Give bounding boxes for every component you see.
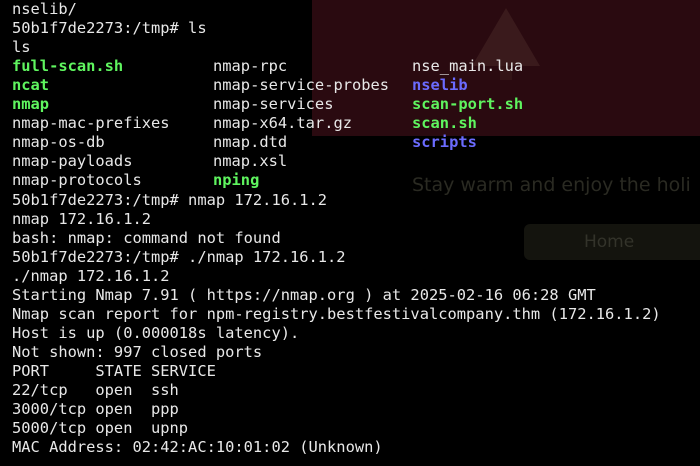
screenshot-root: Stay warm and enjoy the holi Home nselib… [0, 0, 700, 466]
terminal-line: MAC Address: 02:42:AC:10:01:02 (Unknown) [12, 438, 383, 457]
listing-entry-file: nse_main.lua [412, 57, 524, 76]
terminal-line: 50b1f7de2273:/tmp# ./nmap 172.16.1.2 [12, 247, 346, 266]
listing-entry-file: nmap-services [213, 95, 334, 114]
terminal-line: 3000/tcp open ppp [12, 400, 179, 419]
listing-entry-file: nmap.dtd [213, 133, 288, 152]
terminal-line: Starting Nmap 7.91 ( https://nmap.org ) … [12, 285, 596, 304]
listing-entry-file: nmap-payloads [12, 152, 133, 171]
listing-row: nmap-protocols nping [12, 171, 692, 190]
listing-entry-executable: scan.sh [412, 114, 477, 133]
listing-entry-directory: scripts [412, 133, 477, 152]
listing-row: nmap-payloads nmap.xsl [12, 152, 692, 171]
terminal-line: 50b1f7de2273:/tmp# ls [12, 19, 207, 38]
terminal-line: 5000/tcp open upnp [12, 419, 189, 438]
listing-row: nmap-mac-prefixes nmap-x64.tar.gz scan.sh [12, 114, 692, 133]
listing-row: nmap nmap-services scan-port.sh [12, 95, 692, 114]
listing-entry-executable: scan-port.sh [412, 95, 524, 114]
listing-entry-executable: nping [213, 171, 260, 190]
terminal-window[interactable]: nselib/50b1f7de2273:/tmp# ls ls full-scan.… [0, 0, 700, 466]
listing-row: ncat nmap-service-probes nselib [12, 76, 692, 95]
listing-entry-file: nmap-x64.tar.gz [213, 114, 352, 133]
listing-entry-file: nmap-service-probes [213, 76, 390, 95]
listing-row: nmap-os-db nmap.dtd scripts [12, 133, 692, 152]
terminal-line: PORT STATE SERVICE [12, 361, 216, 380]
listing-entry-file: nmap-protocols [12, 171, 142, 190]
terminal-line: 22/tcp open ssh [12, 381, 179, 399]
listing-row: full-scan.sh nmap-rpc nse_main.lua [12, 57, 692, 76]
terminal-line: Nmap scan report for npm-registry.bestfe… [12, 304, 661, 323]
terminal-line: nmap 172.16.1.2 [12, 209, 151, 228]
listing-entry-directory: nselib [412, 76, 468, 95]
listing-entry-executable: nmap [12, 95, 50, 114]
listing-entry-executable: ncat [12, 76, 50, 95]
listing-entry-file: nmap.xsl [213, 152, 288, 171]
listing-entry-file: nmap-rpc [213, 57, 288, 76]
terminal-line: bash: nmap: command not found [12, 228, 281, 247]
terminal-line: ./nmap 172.16.1.2 [12, 266, 170, 285]
terminal-line: nselib/ [12, 0, 77, 18]
listing-entry-executable: full-scan.sh [12, 57, 124, 76]
terminal-line: Host is up (0.000018s latency). [12, 323, 300, 342]
terminal-line: Not shown: 997 closed ports [12, 342, 263, 361]
listing-entry-file: nmap-mac-prefixes [12, 114, 170, 133]
terminal-line: ls [12, 38, 31, 57]
listing-entry-file: nmap-os-db [12, 133, 105, 152]
terminal-line: 50b1f7de2273:/tmp# nmap 172.16.1.2 [12, 190, 328, 209]
